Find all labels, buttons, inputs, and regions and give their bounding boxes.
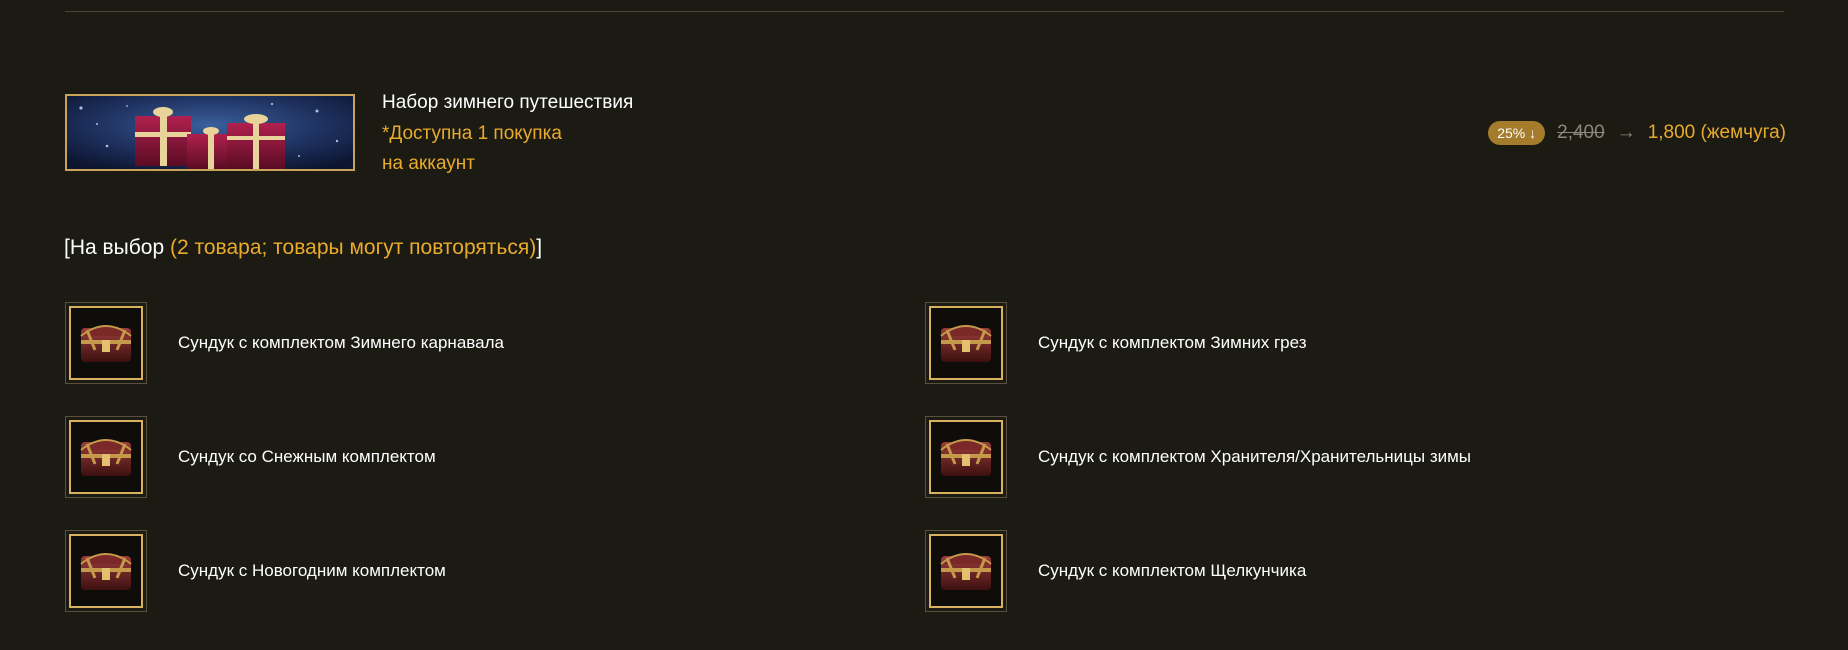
- reward-item[interactable]: Сундук с комплектом Хранителя/Хранительн…: [923, 414, 1745, 500]
- reward-item-label: Сундук с комплектом Хранителя/Хранительн…: [1038, 447, 1472, 466]
- choice-heading-prefix: [На выбор: [64, 236, 170, 259]
- chest-icon: [923, 414, 1009, 500]
- chest-icon: [63, 414, 149, 500]
- package-banner-image: [65, 94, 355, 171]
- gift-boxes-banner-icon: [67, 96, 353, 169]
- chest-icon: [63, 300, 149, 386]
- package-title: Набор зимнего путешествия: [382, 92, 634, 113]
- choice-heading-suffix: ]: [536, 236, 543, 259]
- reward-item[interactable]: Сундук с Новогодним комплектом: [63, 528, 885, 614]
- reward-item[interactable]: Сундук с комплектом Зимнего карнавала: [63, 300, 885, 386]
- top-divider: [65, 11, 1784, 12]
- reward-item-label: Сундук с Новогодним комплектом: [178, 561, 446, 580]
- purchase-limit-note: *Доступна 1 покупка: [382, 123, 562, 144]
- purchase-limit-note-account: на аккаунт: [382, 153, 475, 174]
- old-price: 2,400: [1557, 122, 1605, 143]
- discount-badge: 25% ↓: [1488, 121, 1546, 145]
- choice-heading-rule: (2 товара; товары могут повторяться): [169, 236, 537, 259]
- reward-item[interactable]: Сундук с комплектом Щелкунчика: [923, 528, 1745, 614]
- choice-heading: [На выбор (2 товара; товары могут повтор…: [64, 236, 542, 260]
- reward-item-label: Сундук с комплектом Зимних грез: [1038, 333, 1307, 352]
- reward-item[interactable]: Сундук со Снежным комплектом: [63, 414, 885, 500]
- chest-icon: [63, 528, 149, 614]
- chest-icon: [923, 300, 1009, 386]
- price-row: 25% ↓ 2,400 → 1,800 (жемчуга): [1488, 121, 1786, 145]
- reward-item-label: Сундук со Снежным комплектом: [178, 447, 436, 466]
- price-arrow-icon: →: [1616, 122, 1636, 143]
- chest-icon: [923, 528, 1009, 614]
- new-price: 1,800 (жемчуга): [1647, 122, 1786, 143]
- reward-item-label: Сундук с комплектом Щелкунчика: [1038, 561, 1307, 580]
- reward-item[interactable]: Сундук с комплектом Зимних грез: [923, 300, 1745, 386]
- reward-item-label: Сундук с комплектом Зимнего карнавала: [178, 333, 504, 352]
